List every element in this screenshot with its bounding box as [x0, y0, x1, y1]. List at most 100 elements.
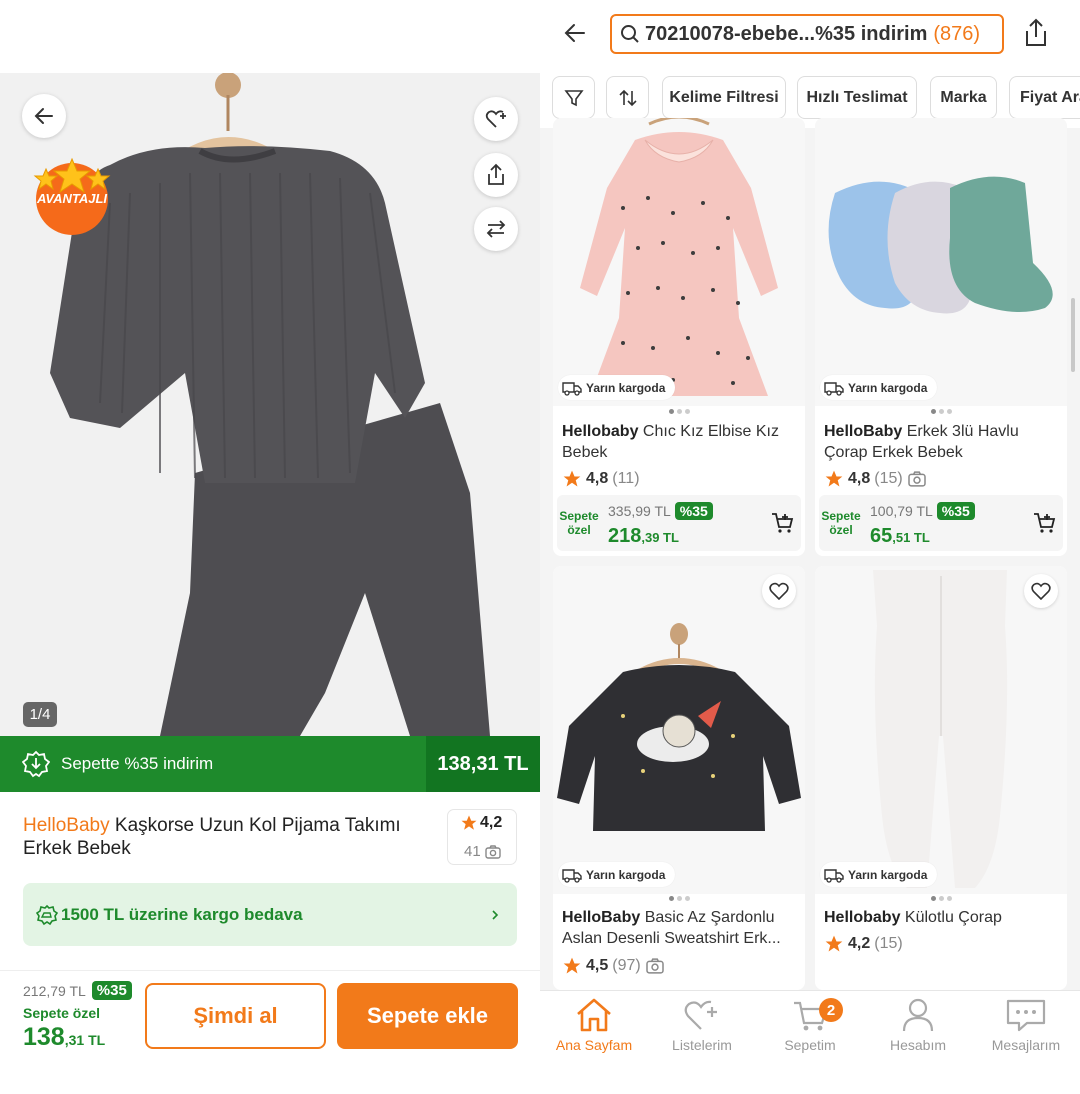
share-icon [488, 163, 504, 185]
product-card[interactable]: Yarın kargoda HelloBaby Basic Az Şardonl… [553, 566, 805, 990]
review-count: 41 [464, 843, 481, 860]
image-dots [664, 896, 694, 902]
product-image: Yarın kargoda [815, 566, 1067, 894]
tab-cart[interactable]: Sepetim 2 [756, 997, 864, 1067]
chat-icon [1006, 999, 1046, 1032]
old-price: 212,79 TL [23, 982, 86, 999]
price-main: 218 [608, 525, 642, 547]
rating-value: 4,8 [586, 470, 609, 487]
share-button[interactable] [474, 153, 518, 197]
product-card[interactable]: Yarın kargoda Hellobaby Külotlu Çorap 4,… [815, 566, 1067, 990]
share-icon[interactable] [1022, 17, 1050, 49]
discount-badge: %35 [674, 502, 713, 520]
image-dots [664, 409, 694, 415]
free-shipping-banner[interactable]: 1500 TL üzerine kargo bedava [23, 883, 517, 946]
product-title: Hellobaby Chıc Kız Elbise Kız Bebek [562, 421, 794, 463]
search-input[interactable]: 70210078-ebebe...%35 indirim (876) [610, 14, 1004, 54]
discount-badge: %35 [91, 981, 132, 1000]
sort-arrows-icon [618, 89, 637, 106]
rating-value: 4,5 [586, 957, 609, 974]
product-rating: 4,2 (15) [824, 934, 903, 954]
add-to-cart-icon[interactable] [1033, 511, 1057, 535]
tab-lists[interactable]: Listelerim [648, 997, 756, 1067]
cargo-tag: Yarın kargoda [558, 862, 676, 887]
rating-value: 4,8 [848, 470, 871, 487]
tab-label: Sepetim [784, 1037, 836, 1053]
product-brand[interactable]: HelloBaby [23, 815, 110, 836]
star-icon [461, 815, 477, 830]
arrow-left-icon [34, 108, 53, 124]
tights-photo [873, 570, 1008, 888]
price-area: Sepete özel 335,99 TL %35 218,39 TL [557, 495, 801, 551]
cargo-tag: Yarın kargoda [558, 375, 676, 400]
tab-messages[interactable]: Mesajlarım [972, 997, 1080, 1067]
star-icon [563, 470, 581, 487]
product-rating: 4,2 [480, 814, 503, 831]
price-main: 138 [23, 1023, 65, 1051]
compare-button[interactable] [474, 207, 518, 251]
product-card[interactable]: Yarın kargoda HelloBaby Erkek 3lü Havlu … [815, 118, 1067, 556]
add-to-cart-button[interactable]: Sepete ekle [337, 983, 518, 1049]
product-image: Yarın kargoda [553, 566, 805, 894]
product-brand: Hellobaby [824, 909, 901, 926]
product-name: Külotlu Çorap [904, 909, 1002, 926]
tab-account[interactable]: Hesabım [864, 997, 972, 1067]
filter-chip-brand[interactable]: Marka [930, 76, 997, 119]
free-shipping-text: 1500 TL üzerine kargo bedava [61, 905, 303, 924]
scrollbar[interactable] [1071, 298, 1075, 372]
image-counter: 1/4 [23, 702, 57, 727]
free-shipping-icon [36, 904, 58, 926]
home-icon [577, 998, 611, 1032]
cargo-text: Yarın kargoda [848, 867, 928, 882]
product-title: HelloBaby Kaşkorse Uzun Kol Pijama Takım… [23, 814, 433, 860]
socks-photo [828, 176, 1053, 314]
favorite-button[interactable] [1024, 574, 1058, 608]
screen: AVANTAJLI 1/4 Sepette %35 indirim 138,31… [0, 0, 1080, 1094]
sort-button[interactable] [606, 76, 649, 119]
back-arrow-icon[interactable] [562, 20, 588, 46]
heart-icon [769, 582, 789, 600]
user-icon [902, 998, 934, 1032]
heart-icon [1031, 582, 1051, 600]
price-cents: ,39 TL [641, 530, 679, 545]
filter-chip-keyword[interactable]: Kelime Filtresi [662, 76, 786, 119]
price-cents: ,51 TL [892, 530, 930, 545]
product-title: HelloBaby Basic Az Şardonlu Aslan Desenl… [562, 907, 794, 949]
filter-button[interactable] [552, 76, 595, 119]
truck-icon [824, 868, 844, 883]
promo-text: Sepette %35 indirim [61, 754, 214, 773]
filter-chip-price[interactable]: Fiyat Ara [1009, 76, 1080, 119]
advantage-label: AVANTAJLI [36, 191, 108, 206]
product-card[interactable]: Yarın kargoda Hellobaby Chıc Kız Elbise … [553, 118, 805, 556]
cart-badge: 2 [819, 998, 843, 1022]
truck-icon [824, 381, 844, 396]
star-icon [825, 935, 843, 952]
basket-discount-bar[interactable]: Sepette %35 indirim 138,31 TL [0, 736, 540, 792]
tab-label: Mesajlarım [991, 1037, 1061, 1053]
product-brand: HelloBaby [562, 909, 641, 926]
back-button[interactable] [22, 94, 66, 138]
search-icon [621, 25, 639, 43]
tab-home[interactable]: Ana Sayfam [540, 997, 648, 1067]
add-to-list-button[interactable] [474, 97, 518, 141]
cargo-tag: Yarın kargoda [820, 375, 938, 400]
search-header: 70210078-ebebe...%35 indirim (876) [540, 0, 1080, 66]
filter-funnel-icon [563, 89, 584, 106]
camera-icon [907, 471, 926, 487]
product-image-gallery[interactable]: AVANTAJLI [0, 73, 540, 736]
heart-list-icon [485, 110, 506, 128]
discount-download-icon [22, 750, 50, 778]
basket-special-label: Sepete özel [23, 1005, 101, 1021]
product-image: Yarın kargoda [815, 118, 1067, 406]
buy-now-button[interactable]: Şimdi al [145, 983, 326, 1049]
product-rating: 4,8 (15) [824, 469, 927, 489]
favorite-button[interactable] [762, 574, 796, 608]
tab-label: Listelerim [672, 1037, 732, 1053]
dress-photo [580, 118, 778, 396]
rating-box[interactable]: 4,2 41 [447, 809, 517, 865]
swap-arrows-icon [486, 220, 506, 238]
add-to-cart-icon[interactable] [771, 511, 795, 535]
star-icon [825, 470, 843, 487]
filter-chip-fast-delivery[interactable]: Hızlı Teslimat [797, 76, 917, 119]
product-title: Hellobaby Külotlu Çorap [824, 907, 1056, 928]
